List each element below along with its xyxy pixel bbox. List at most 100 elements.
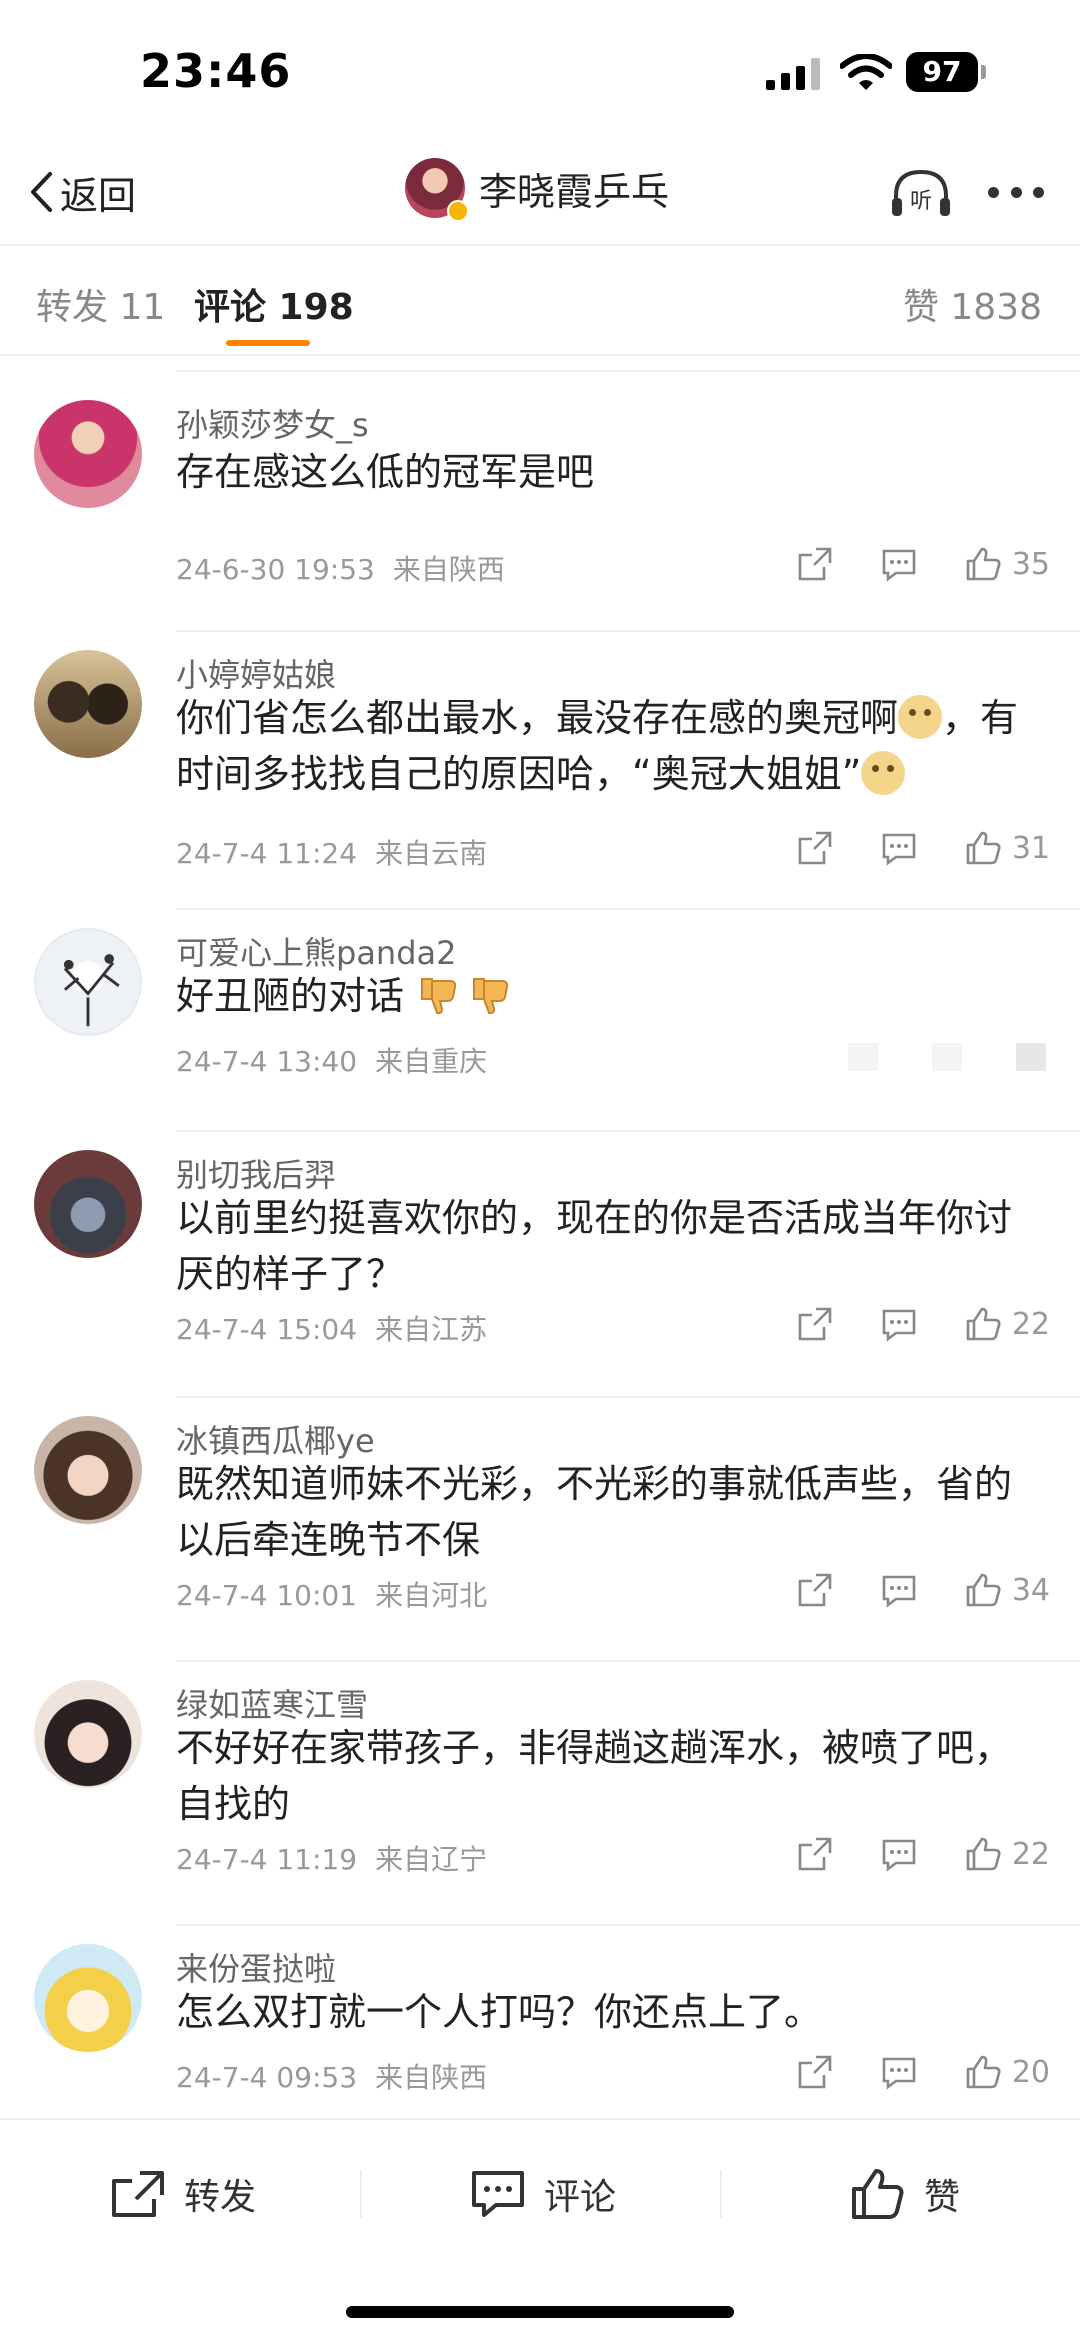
share-icon[interactable] (796, 1571, 834, 1609)
comment-location: 来自江苏 (375, 1313, 488, 1346)
avatar[interactable] (34, 1680, 142, 1788)
listen-label: 听 (910, 189, 932, 214)
like-icon[interactable] (964, 829, 1002, 867)
share-icon[interactable] (796, 2053, 834, 2091)
comment-location: 来自陕西 (375, 2061, 488, 2094)
share-icon[interactable] (796, 545, 834, 583)
comment-username[interactable]: 孙颖莎梦女_s (176, 400, 369, 446)
comment-meta: 24-7-4 15:04 来自江苏 (176, 1308, 487, 1348)
comment-actions: 20 (750, 2050, 1050, 2094)
repost-button[interactable]: 转发 (110, 2164, 256, 2224)
repost-label: 转发 (184, 2177, 257, 2218)
comment-text: 怎么双打就一个人打吗？你还点上了。 (176, 1990, 823, 2034)
profile-header[interactable]: 李晓霞乒乓 (405, 158, 670, 222)
like-icon[interactable] (964, 2053, 1002, 2091)
reply-icon[interactable] (880, 2053, 918, 2091)
avatar[interactable] (34, 1944, 142, 2052)
comment-actions: 31 (750, 826, 1050, 870)
share-icon[interactable] (796, 1305, 834, 1343)
tab-likes[interactable]: 赞 1838 (903, 278, 1042, 330)
comment-text-body: 好丑陋的对话 (176, 974, 405, 1018)
like-count: 20 (1011, 2054, 1050, 2090)
share-icon (112, 2171, 164, 2217)
home-indicator[interactable] (346, 2306, 734, 2318)
avatar[interactable] (34, 1416, 142, 1524)
avatar[interactable] (34, 1150, 142, 1258)
nav-bar: 返回 李晓霞乒乓 听 (0, 140, 1080, 246)
back-label: 返回 (60, 173, 137, 218)
like-count: 34 (1011, 1572, 1050, 1608)
like-label: 赞 (924, 2177, 961, 2218)
comment-actions: 22 (750, 1302, 1050, 1346)
tab-comments[interactable]: 评论 198 (194, 278, 354, 330)
avatar[interactable] (34, 928, 142, 1036)
verified-badge-icon (447, 200, 469, 222)
comment-actions: 22 (750, 1832, 1050, 1876)
doge-emoji-icon (861, 751, 906, 795)
like-icon[interactable] (964, 1305, 1002, 1343)
comment-date: 24-7-4 15:04 (176, 1313, 358, 1346)
share-icon[interactable] (796, 829, 834, 867)
comment-item: 可爱心上熊panda2 好丑陋的对话 24-7-4 13:40 来自重庆 (0, 910, 1080, 1132)
comment-meta: 24-7-4 10:01 来自河北 (176, 1574, 487, 1614)
headphones-listen-icon[interactable]: 听 (890, 168, 952, 220)
more-options-button[interactable] (988, 180, 1044, 204)
avatar[interactable] (34, 650, 142, 758)
comment-text: 以前里约挺喜欢你的，现在的你是否活成当年你讨厌的样子了？ (176, 1196, 1013, 1296)
comment-location: 来自辽宁 (375, 1843, 488, 1876)
reply-icon[interactable] (880, 1835, 918, 1873)
back-button[interactable]: 返回 (28, 162, 136, 222)
comment-item: 孙颖莎梦女_s 存在感这么低的冠军是吧 24-6-30 19:53 来自陕西 35 (0, 394, 1080, 632)
like-count: 22 (1011, 1306, 1050, 1342)
comment-item: 绿如蓝寒江雪 不好好在家带孩子，非得趟这趟浑水，被喷了吧，自找的 24-7-4 … (0, 1662, 1080, 1926)
comment-item: 小婷婷姑娘 你们省怎么都出最水，最没存在感的奥冠啊 ，有时间多找找自己的原因哈，“… (0, 632, 1080, 910)
comment-date: 24-7-4 10:01 (176, 1579, 358, 1612)
comment-item: 别切我后羿 以前里约挺喜欢你的，现在的你是否活成当年你讨厌的样子了？ 24-7-… (0, 1132, 1080, 1398)
comment-date: 24-7-4 11:19 (176, 1843, 358, 1876)
like-icon[interactable] (964, 1835, 1002, 1873)
comment-text: 存在感这么低的冠军是吧 (176, 450, 595, 494)
comment-location: 来自云南 (375, 837, 488, 870)
tab-bar: 转发 11 评论 198 赞 1838 (0, 248, 1080, 356)
like-count: 22 (1011, 1836, 1050, 1872)
reply-icon[interactable] (880, 545, 918, 583)
comment-actions: 35 (750, 542, 1050, 586)
comment-text: 既然知道师妹不光彩，不光彩的事就低声些，省的以后牵连晚节不保 (176, 1462, 1013, 1562)
like-icon[interactable] (964, 1571, 1002, 1609)
panda-sketch-icon (63, 954, 120, 1027)
comment-date: 24-7-4 11:24 (176, 837, 358, 870)
like-icon[interactable] (1012, 1037, 1050, 1075)
comment-button[interactable]: 评论 (470, 2164, 616, 2224)
comment-meta: 24-7-4 11:19 来自辽宁 (176, 1838, 487, 1878)
thumbs-down-emoji-icon (421, 978, 457, 1015)
status-bar: 23:46 97 (0, 0, 1080, 140)
comment-meta: 24-7-4 11:24 来自云南 (176, 832, 487, 872)
comment-date: 24-7-4 09:53 (176, 2061, 358, 2094)
comment-icon (472, 2171, 524, 2217)
like-button[interactable]: 赞 (850, 2164, 960, 2224)
reply-icon[interactable] (880, 829, 918, 867)
like-count: 31 (1011, 830, 1050, 866)
battery-indicator: 97 (906, 52, 986, 92)
reply-icon[interactable] (880, 1571, 918, 1609)
comment-text: 不好好在家带孩子，非得趟这趟浑水，被喷了吧，自找的 (176, 1726, 1013, 1826)
comment-actions-hidden (798, 1034, 1050, 1078)
comment-location: 来自河北 (375, 1579, 488, 1612)
reply-icon[interactable] (928, 1037, 966, 1075)
share-icon[interactable] (796, 1835, 834, 1873)
thumbs-down-emoji-icon (473, 978, 509, 1015)
comment-label: 评论 (544, 2177, 617, 2218)
page-title: 李晓霞乒乓 (479, 169, 670, 214)
cellular-signal-icon (766, 58, 820, 90)
reply-icon[interactable] (880, 1305, 918, 1343)
tab-reposts[interactable]: 转发 11 (36, 278, 165, 330)
avatar[interactable] (405, 158, 469, 222)
avatar[interactable] (34, 400, 142, 508)
comment-text: 你们省怎么都出最水，最没存在感的奥冠啊 ，有时间多找找自己的原因哈，“奥冠大姐姐” (176, 690, 1046, 802)
chevron-left-icon (31, 172, 52, 212)
share-icon[interactable] (844, 1037, 882, 1075)
like-icon[interactable] (964, 545, 1002, 583)
battery-level: 97 (906, 52, 978, 92)
comment-date: 24-6-30 19:53 (176, 553, 375, 586)
comment-location: 来自重庆 (375, 1045, 488, 1078)
